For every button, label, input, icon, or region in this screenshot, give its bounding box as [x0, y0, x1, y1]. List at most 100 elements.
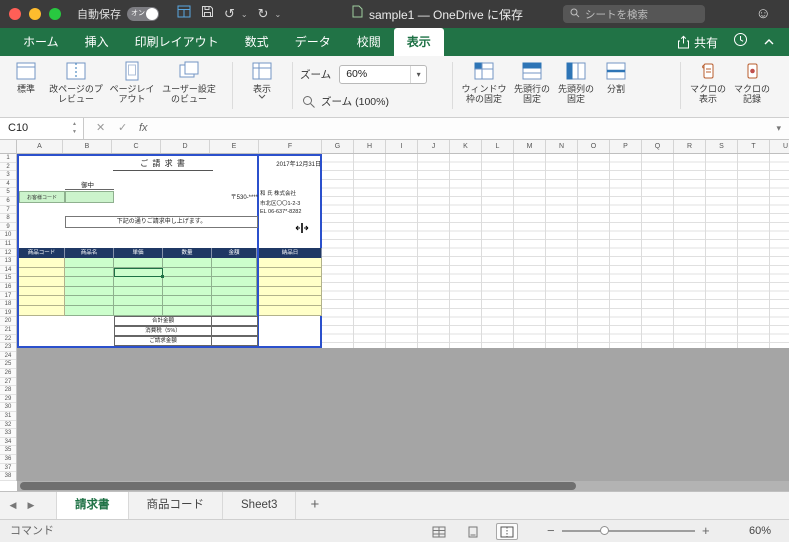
- active-cell-C10[interactable]: [114, 267, 164, 278]
- invoice-cell[interactable]: [163, 306, 212, 316]
- column-header-T[interactable]: T: [738, 140, 770, 153]
- freeze-top-row-button[interactable]: 先頭行の固定: [510, 56, 554, 116]
- column-header-L[interactable]: L: [482, 140, 514, 153]
- total-value-cell[interactable]: [212, 316, 258, 326]
- formula-bar-expand-icon[interactable]: ▾: [776, 118, 781, 139]
- invoice-cell[interactable]: [114, 286, 163, 297]
- zoom-out-icon[interactable]: −: [547, 520, 555, 542]
- collapse-ribbon-icon[interactable]: [763, 33, 775, 51]
- show-button[interactable]: 表示: [238, 56, 286, 116]
- invoice-cell[interactable]: [19, 286, 65, 297]
- column-header-N[interactable]: N: [546, 140, 578, 153]
- invoice-cell[interactable]: [19, 258, 65, 268]
- invoice-data-row[interactable]: [19, 286, 322, 297]
- row-header-38[interactable]: 38: [0, 472, 16, 481]
- row-header-9[interactable]: 9: [0, 223, 16, 232]
- ribbon-grid-icon[interactable]: [177, 5, 191, 23]
- row-header-4[interactable]: 4: [0, 180, 16, 189]
- page-break-preview-button[interactable]: 改ページのプレビュー: [46, 56, 106, 116]
- redo-icon[interactable]: ↻: [258, 0, 269, 28]
- insert-function-icon[interactable]: fx: [139, 118, 148, 139]
- row-header-19[interactable]: 19: [0, 309, 16, 318]
- invoice-cell[interactable]: [114, 258, 163, 268]
- row-header-11[interactable]: 11: [0, 240, 16, 249]
- invoice-cell[interactable]: [114, 296, 163, 306]
- invoice-cell[interactable]: [163, 286, 212, 297]
- row-header-25[interactable]: 25: [0, 360, 16, 369]
- row-header-22[interactable]: 22: [0, 335, 16, 344]
- view-macros-button[interactable]: マクロの表示: [686, 56, 730, 116]
- sheet-search-input[interactable]: シートを検索: [563, 5, 705, 23]
- autosave-toggle[interactable]: オン: [127, 7, 159, 21]
- sheet-tab-product-code[interactable]: 商品コード: [129, 492, 223, 519]
- zoom-in-icon[interactable]: +: [702, 520, 710, 542]
- sheet-tab-sheet3[interactable]: Sheet3: [223, 492, 297, 519]
- invoice-print-area[interactable]: ご 請 求 書 2017年12月31日 御中 お客様コード 〒530-**** …: [17, 154, 322, 348]
- invoice-cell[interactable]: [212, 277, 257, 287]
- cancel-entry-icon[interactable]: ✕: [96, 118, 105, 139]
- undo-icon[interactable]: ↺: [224, 0, 235, 28]
- record-macro-button[interactable]: マクロの記録: [730, 56, 774, 116]
- column-header-F[interactable]: F: [259, 140, 322, 153]
- feedback-smiley-icon[interactable]: ☺: [756, 0, 771, 28]
- column-header-H[interactable]: H: [354, 140, 386, 153]
- row-header-34[interactable]: 34: [0, 438, 16, 447]
- invoice-cell[interactable]: [65, 277, 114, 287]
- column-header-U[interactable]: U: [770, 140, 789, 153]
- row-header-26[interactable]: 26: [0, 369, 16, 378]
- column-header-B[interactable]: B: [63, 140, 112, 153]
- row-header-3[interactable]: 3: [0, 171, 16, 180]
- row-header-35[interactable]: 35: [0, 446, 16, 455]
- row-header-31[interactable]: 31: [0, 412, 16, 421]
- column-header-O[interactable]: O: [578, 140, 610, 153]
- invoice-data-row[interactable]: [19, 277, 322, 287]
- normal-view-button[interactable]: 標準: [6, 56, 46, 116]
- tax-value-cell[interactable]: [212, 326, 258, 336]
- column-header-A[interactable]: A: [17, 140, 63, 153]
- row-header-13[interactable]: 13: [0, 257, 16, 266]
- zoom-slider-knob[interactable]: [600, 526, 609, 535]
- minimize-button[interactable]: [29, 8, 41, 20]
- row-header-5[interactable]: 5: [0, 188, 16, 197]
- horizontal-scrollbar-thumb[interactable]: [20, 482, 576, 490]
- close-button[interactable]: [9, 8, 21, 20]
- invoice-cell[interactable]: [65, 306, 114, 316]
- column-header-M[interactable]: M: [514, 140, 546, 153]
- maximize-button[interactable]: [49, 8, 61, 20]
- row-header-8[interactable]: 8: [0, 214, 16, 223]
- row-header-17[interactable]: 17: [0, 292, 16, 301]
- freeze-first-column-button[interactable]: 先頭列の固定: [554, 56, 598, 116]
- invoice-cell[interactable]: [19, 277, 65, 287]
- row-header-1[interactable]: 1: [0, 154, 16, 163]
- row-header-27[interactable]: 27: [0, 378, 16, 387]
- status-zoom-level[interactable]: 60%: [749, 520, 771, 542]
- invoice-cell[interactable]: [259, 296, 322, 306]
- invoice-cell[interactable]: [114, 306, 163, 316]
- invoice-cell[interactable]: [259, 277, 322, 287]
- customer-code-cell[interactable]: [65, 191, 114, 203]
- zoom-100-button[interactable]: ズーム (100%): [302, 94, 389, 109]
- row-header-33[interactable]: 33: [0, 429, 16, 438]
- column-header-D[interactable]: D: [161, 140, 210, 153]
- row-header-2[interactable]: 2: [0, 163, 16, 172]
- name-box[interactable]: C10 ▲ ▼: [0, 118, 84, 139]
- row-header-14[interactable]: 14: [0, 266, 16, 275]
- column-header-K[interactable]: K: [450, 140, 482, 153]
- tab-insert[interactable]: 挿入: [72, 28, 122, 56]
- invoice-cell[interactable]: [163, 258, 212, 268]
- invoice-cell[interactable]: [259, 306, 322, 316]
- next-sheet-icon[interactable]: ▶: [22, 492, 40, 519]
- horizontal-scrollbar[interactable]: [17, 481, 789, 491]
- invoice-cell[interactable]: [65, 296, 114, 306]
- invoice-cell[interactable]: [65, 258, 114, 268]
- status-page-break-preview-icon[interactable]: [496, 523, 518, 540]
- row-header-7[interactable]: 7: [0, 206, 16, 215]
- invoice-data-row[interactable]: [19, 296, 322, 306]
- invoice-cell[interactable]: [163, 277, 212, 287]
- status-page-layout-icon[interactable]: [462, 523, 484, 540]
- toolbar-dropdown-icon[interactable]: ⌄: [275, 10, 282, 19]
- column-header-J[interactable]: J: [418, 140, 450, 153]
- tab-review[interactable]: 校閲: [344, 28, 394, 56]
- column-header-R[interactable]: R: [674, 140, 706, 153]
- row-header-10[interactable]: 10: [0, 231, 16, 240]
